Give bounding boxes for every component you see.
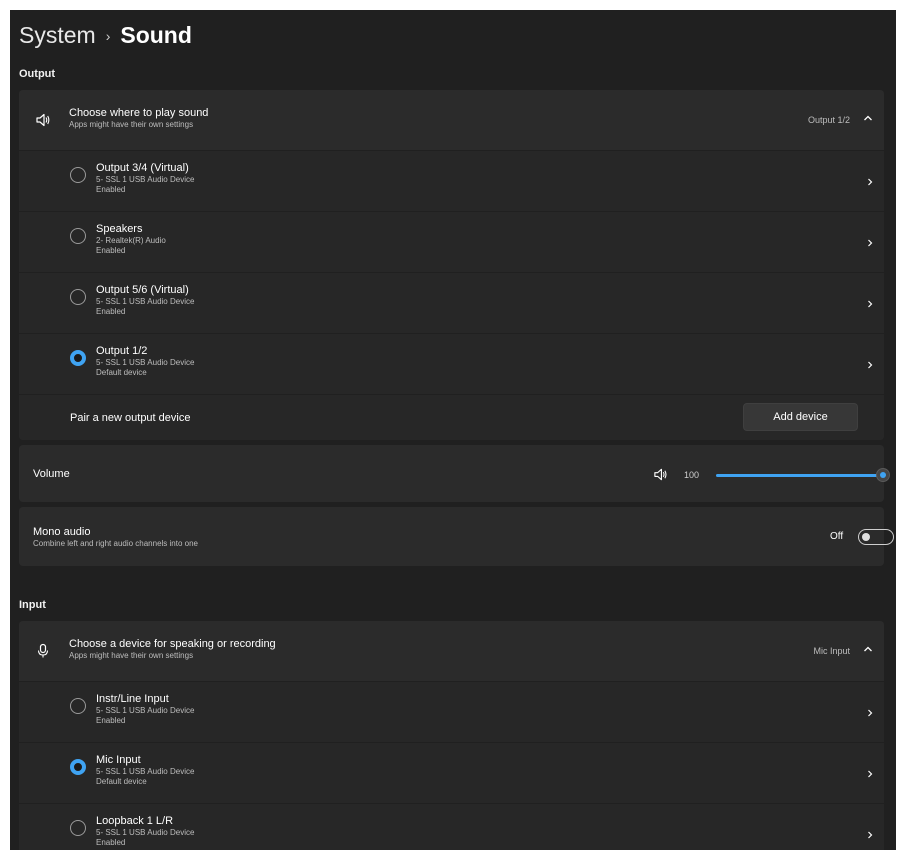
output-device-radio-selected[interactable] (70, 350, 86, 366)
volume-speaker-icon[interactable] (653, 467, 668, 482)
device-status: Default device (96, 777, 147, 786)
microphone-icon (37, 643, 49, 658)
toggle-knob (862, 533, 870, 541)
device-name: Output 5/6 (Virtual) (96, 284, 189, 296)
output-device-card: Choose where to play sound Apps might ha… (19, 90, 884, 440)
chevron-right-icon[interactable] (865, 299, 875, 309)
volume-value: 100 (684, 470, 700, 480)
device-detail: 5- SSL 1 USB Audio Device (96, 706, 195, 715)
breadcrumb: System › Sound (19, 22, 192, 49)
mono-audio-state: Off (830, 531, 844, 542)
pair-device-label: Pair a new output device (70, 412, 191, 424)
settings-window: System › Sound Output Choose where to pl… (10, 10, 896, 850)
input-chooser-header[interactable]: Choose a device for speaking or recordin… (19, 621, 884, 681)
volume-slider-thumb[interactable] (876, 468, 890, 482)
mono-audio-title: Mono audio (33, 526, 91, 538)
output-device-radio[interactable] (70, 167, 86, 183)
output-chooser-title: Choose where to play sound (69, 107, 209, 119)
output-device-row[interactable]: Speakers 2- Realtek(R) Audio Enabled (19, 211, 884, 272)
chevron-right-icon[interactable] (865, 238, 875, 248)
mono-audio-card: Mono audio Combine left and right audio … (19, 507, 894, 566)
output-device-radio[interactable] (70, 289, 86, 305)
input-selected-value: Mic Input (813, 646, 850, 656)
device-detail: 5- SSL 1 USB Audio Device (96, 175, 195, 184)
output-device-row[interactable]: Output 5/6 (Virtual) 5- SSL 1 USB Audio … (19, 272, 884, 333)
output-chooser-subtitle: Apps might have their own settings (69, 120, 194, 129)
device-detail: 5- SSL 1 USB Audio Device (96, 767, 195, 776)
input-device-row-selected[interactable]: Mic Input 5- SSL 1 USB Audio Device Defa… (19, 742, 884, 803)
mono-audio-subtitle: Combine left and right audio channels in… (33, 539, 198, 548)
chevron-right-icon[interactable] (865, 769, 875, 779)
input-chooser-subtitle: Apps might have their own settings (69, 651, 194, 660)
device-name: Output 3/4 (Virtual) (96, 162, 189, 174)
chevron-right-icon[interactable] (865, 830, 875, 840)
device-status: Enabled (96, 246, 126, 255)
chevron-right-icon[interactable] (865, 360, 875, 370)
device-status: Enabled (96, 185, 126, 194)
chevron-up-icon[interactable] (862, 112, 874, 124)
device-status: Enabled (96, 838, 126, 847)
output-device-radio[interactable] (70, 228, 86, 244)
input-chooser-title: Choose a device for speaking or recordin… (69, 638, 276, 650)
device-status: Default device (96, 368, 147, 377)
input-device-radio[interactable] (70, 820, 86, 836)
chevron-right-icon[interactable] (865, 177, 875, 187)
pair-device-row: Pair a new output device Add device (19, 394, 884, 440)
device-name: Loopback 1 L/R (96, 815, 174, 827)
add-device-button[interactable]: Add device (743, 403, 858, 431)
breadcrumb-system[interactable]: System (19, 22, 96, 49)
page-title: Sound (120, 22, 192, 48)
device-name: Instr/Line Input (96, 693, 169, 705)
input-device-radio-selected[interactable] (70, 759, 86, 775)
device-name: Output 1/2 (96, 345, 148, 357)
device-name: Speakers (96, 223, 143, 235)
volume-label: Volume (33, 468, 70, 480)
input-device-row[interactable]: Instr/Line Input 5- SSL 1 USB Audio Devi… (19, 681, 884, 742)
chevron-right-icon[interactable] (865, 708, 875, 718)
volume-card: Volume 100 (19, 445, 890, 502)
device-status: Enabled (96, 307, 126, 316)
device-detail: 5- SSL 1 USB Audio Device (96, 828, 195, 837)
output-device-row-selected[interactable]: Output 1/2 5- SSL 1 USB Audio Device Def… (19, 333, 884, 394)
output-selected-value: Output 1/2 (807, 115, 850, 125)
mono-audio-toggle[interactable] (858, 529, 894, 545)
device-detail: 5- SSL 1 USB Audio Device (96, 358, 195, 367)
device-status: Enabled (96, 716, 126, 725)
input-device-card: Choose a device for speaking or recordin… (19, 621, 884, 850)
speaker-icon (36, 113, 50, 127)
output-device-row[interactable]: Output 3/4 (Virtual) 5- SSL 1 USB Audio … (19, 150, 884, 211)
input-section-label: Input (19, 599, 46, 611)
chevron-up-icon[interactable] (862, 643, 874, 655)
breadcrumb-separator: › (105, 27, 111, 44)
device-detail: 5- SSL 1 USB Audio Device (96, 297, 195, 306)
device-name: Mic Input (96, 754, 141, 766)
output-section-label: Output (19, 68, 56, 80)
output-chooser-header[interactable]: Choose where to play sound Apps might ha… (19, 90, 884, 150)
device-detail: 2- Realtek(R) Audio (96, 236, 166, 245)
volume-slider-track[interactable] (716, 474, 881, 477)
input-device-radio[interactable] (70, 698, 86, 714)
input-device-row[interactable]: Loopback 1 L/R 5- SSL 1 USB Audio Device… (19, 803, 884, 850)
